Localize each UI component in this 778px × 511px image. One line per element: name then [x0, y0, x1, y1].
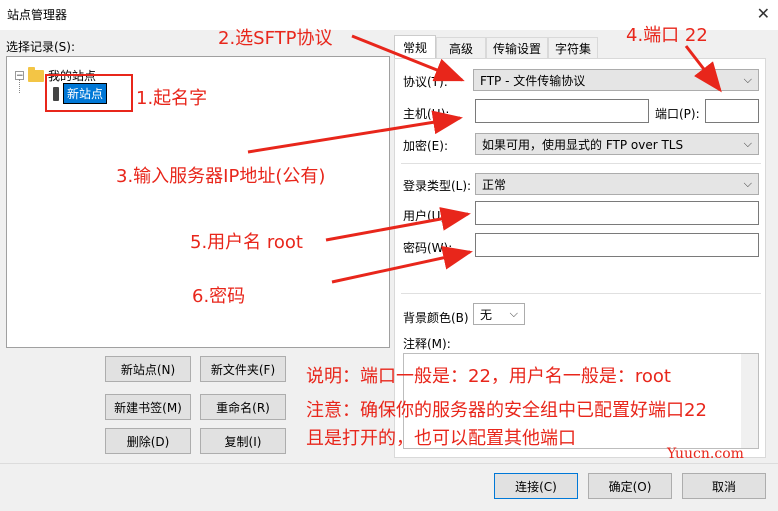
close-icon[interactable]: ✕	[757, 4, 770, 23]
annotation-4: 4.端口 22	[626, 25, 708, 46]
host-input[interactable]	[475, 99, 649, 123]
rename-button[interactable]: 重命名(R)	[200, 394, 286, 420]
tab-general[interactable]: 常规	[394, 35, 436, 59]
port-input[interactable]	[705, 99, 759, 123]
new-site-button[interactable]: 新站点(N)	[105, 356, 191, 382]
password-input[interactable]	[475, 233, 759, 257]
encryption-select[interactable]: 如果可用，使用显式的 FTP over TLS ⌵	[475, 133, 759, 155]
login-type-value: 正常	[482, 178, 507, 192]
host-label: 主机(H):	[403, 107, 450, 121]
user-label: 用户(U):	[403, 209, 450, 223]
tab-advanced[interactable]: 高级	[436, 37, 486, 59]
chevron-down-icon: ⌵	[509, 307, 518, 320]
annotation-1: 1.起名字	[136, 88, 208, 109]
tab-charset[interactable]: 字符集	[548, 37, 598, 59]
annotation-2: 2.选SFTP协议	[218, 28, 333, 49]
new-bookmark-button[interactable]: 新建书签(M)	[105, 394, 191, 420]
protocol-value: FTP - 文件传输协议	[480, 74, 586, 88]
bg-color-select[interactable]: 无 ⌵	[473, 303, 525, 325]
protocol-select[interactable]: FTP - 文件传输协议 ⌵	[473, 69, 759, 91]
password-label: 密码(W):	[403, 241, 453, 255]
copy-button[interactable]: 复制(I)	[200, 428, 286, 454]
bg-color-label: 背景颜色(B)	[403, 311, 469, 325]
annotation-6: 6.密码	[192, 286, 246, 307]
user-input[interactable]	[475, 201, 759, 225]
notes-label: 注释(M):	[403, 337, 451, 351]
annotation-5: 5.用户名 root	[190, 232, 303, 253]
notes-scrollbar[interactable]	[741, 354, 758, 448]
folder-icon	[28, 66, 44, 82]
chevron-down-icon: ⌵	[743, 137, 752, 150]
tab-transfer-settings[interactable]: 传输设置	[486, 37, 548, 59]
chevron-down-icon: ⌵	[743, 73, 752, 86]
window-title: 站点管理器	[7, 8, 68, 22]
bg-color-value: 无	[480, 308, 493, 322]
cancel-button[interactable]: 取消	[682, 473, 766, 499]
watermark: Yuucn.com	[667, 446, 744, 462]
protocol-label: 协议(T):	[403, 75, 448, 89]
tree-connector	[19, 79, 20, 93]
encryption-label: 加密(E):	[403, 139, 448, 153]
annotation-note-3: 且是打开的，也可以配置其他端口	[306, 428, 576, 449]
new-folder-button[interactable]: 新文件夹(F)	[200, 356, 286, 382]
port-label: 端口(P):	[655, 107, 700, 121]
ok-button[interactable]: 确定(O)	[588, 473, 672, 499]
tree-label: 选择记录(S):	[6, 40, 76, 54]
annotation-note-1: 说明：端口一般是：22，用户名一般是：root	[306, 366, 671, 387]
encryption-value: 如果可用，使用显式的 FTP over TLS	[482, 138, 684, 152]
delete-button[interactable]: 删除(D)	[105, 428, 191, 454]
annotation-note-2: 注意：确保你的服务器的安全组中已配置好端口22	[306, 400, 707, 421]
chevron-down-icon: ⌵	[743, 177, 752, 190]
login-type-label: 登录类型(L):	[403, 179, 472, 193]
divider	[401, 163, 761, 164]
annotation-3: 3.输入服务器IP地址(公有)	[116, 166, 326, 187]
divider	[401, 293, 761, 294]
login-type-select[interactable]: 正常 ⌵	[475, 173, 759, 195]
connect-button[interactable]: 连接(C)	[494, 473, 578, 499]
annotation-highlight-box	[45, 74, 133, 112]
